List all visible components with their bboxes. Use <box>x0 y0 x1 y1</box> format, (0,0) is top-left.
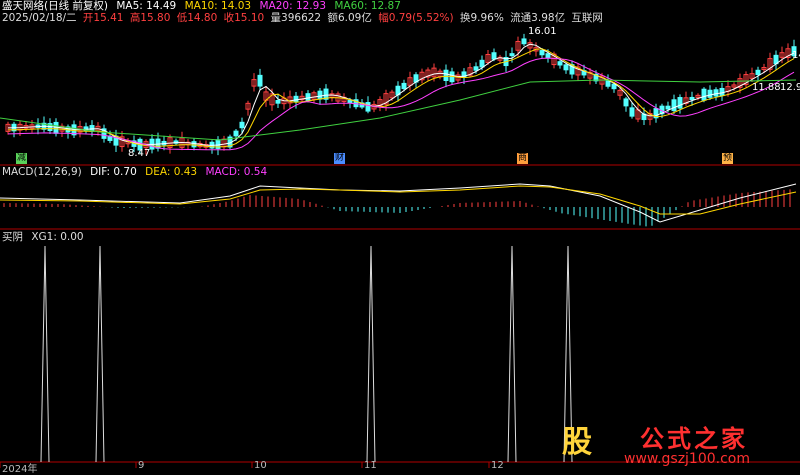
candle-body <box>473 66 479 71</box>
candle-body <box>629 107 635 117</box>
macd-dif: DIF: 0.70 <box>90 166 137 178</box>
right-price-label-top: 14 <box>792 50 800 61</box>
candle-body <box>707 89 713 98</box>
candle-body <box>305 93 311 101</box>
candle-body <box>755 69 761 76</box>
signal-spike <box>507 245 517 463</box>
candle-body <box>257 74 263 87</box>
signal-spikes <box>40 245 573 463</box>
high-price-label: 16.01 <box>528 26 557 37</box>
candle-body <box>275 100 281 104</box>
watermark-logo: 股 <box>562 425 592 460</box>
signal-spike <box>366 245 376 463</box>
candle-body <box>689 96 695 101</box>
candle-body <box>479 59 485 68</box>
candle-group <box>5 33 797 156</box>
candle-body <box>563 64 569 71</box>
right-price-label-1: 11.88 <box>752 82 781 93</box>
event-marker-finance[interactable]: 财 <box>334 153 345 164</box>
candle-body <box>239 121 245 129</box>
ma5-line <box>7 43 795 146</box>
candle-body <box>509 53 515 57</box>
candle-body <box>191 141 197 148</box>
x-tick-10: 10 <box>254 460 267 471</box>
kline-chart[interactable] <box>0 0 800 473</box>
macd-dea: DEA: 0.43 <box>145 166 198 178</box>
candle-body <box>233 130 239 137</box>
event-marker-forecast[interactable]: 预 <box>722 153 733 164</box>
low-price-label: 8.47 <box>128 148 151 159</box>
macd-lines <box>0 183 797 223</box>
x-tick-11: 11 <box>364 460 377 471</box>
signal-title[interactable]: 买阴 <box>2 231 23 243</box>
candle-body <box>443 69 449 82</box>
candle-body <box>317 90 323 100</box>
event-marker-business[interactable]: 商 <box>517 153 528 164</box>
signal-header: 买阴 XG1: 0.00 <box>2 231 89 244</box>
candle-body <box>365 102 371 112</box>
right-price-label-2: 12.92 <box>780 82 800 93</box>
macd-value: MACD: 0.54 <box>205 166 268 178</box>
candle-body <box>521 38 527 45</box>
candle-body <box>623 98 629 107</box>
x-axis-ticks <box>0 462 490 468</box>
candle-body <box>713 89 719 97</box>
watermark-url: www.gszj100.com <box>624 451 751 467</box>
candle-body <box>719 87 725 97</box>
signal-spike <box>95 245 105 463</box>
ma10-line <box>7 48 795 148</box>
macd-header: MACD(12,26,9) DIF: 0.70 DEA: 0.43 MACD: … <box>2 166 272 179</box>
x-tick-12: 12 <box>491 460 504 471</box>
candle-body <box>665 105 671 110</box>
dif-line <box>0 183 797 223</box>
macd-bars <box>3 189 791 227</box>
macd-title[interactable]: MACD(12,26,9) <box>2 166 82 178</box>
signal-spike <box>40 245 50 463</box>
candle-body <box>347 99 353 103</box>
candle-body <box>491 52 497 60</box>
watermark-title: 公式之家 <box>640 424 748 453</box>
candle-body <box>53 121 59 134</box>
candle-body <box>557 61 563 66</box>
watermark: 股 公式之家 www.gszj100.com <box>560 415 790 470</box>
candle-body <box>293 95 299 103</box>
candle-body <box>701 88 707 101</box>
candle-body <box>677 97 683 109</box>
candle-body <box>539 50 545 56</box>
candle-body <box>545 53 551 59</box>
dea-line <box>0 185 797 215</box>
candle-body <box>671 99 677 112</box>
candle-body <box>401 82 407 90</box>
signal-xg1: XG1: 0.00 <box>31 231 84 243</box>
event-marker-reduce[interactable]: 减 <box>16 153 27 164</box>
x-tick-9: 9 <box>138 460 145 471</box>
